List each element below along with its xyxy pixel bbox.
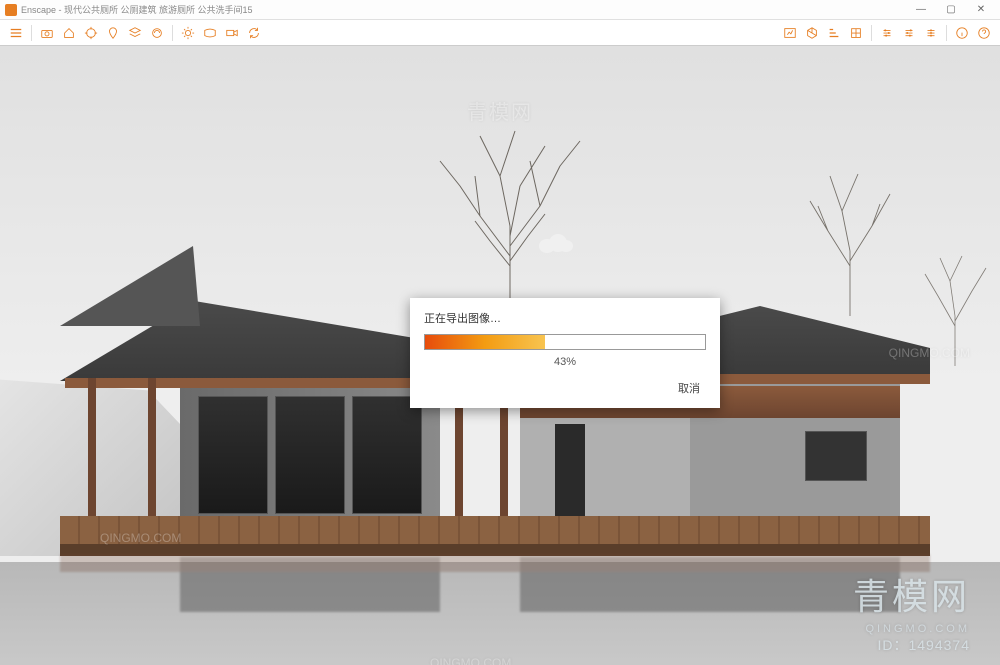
roof-left-side [60,246,200,326]
sun-icon[interactable] [178,23,198,43]
cancel-button[interactable]: 取消 [672,378,706,398]
help-icon[interactable] [974,23,994,43]
dialog-actions: 取消 [424,378,706,398]
app-icon [5,4,17,16]
window [352,396,422,514]
post [148,378,156,533]
settings-a-icon[interactable] [877,23,897,43]
settings-b-icon[interactable] [899,23,919,43]
window-title: Enscape - 现代公共厕所 公厕建筑 旅游厕所 公共洗手间15 [21,3,907,16]
crosshair-icon[interactable] [81,23,101,43]
window [275,396,345,514]
export-progress-dialog: 正在导出图像… 43% 取消 [410,298,720,408]
home-icon[interactable] [59,23,79,43]
reflection [60,562,930,665]
info-icon[interactable] [952,23,972,43]
toolbar [0,20,1000,46]
cloud-overlay-icon [535,231,575,255]
post [88,378,96,533]
progress-fill [425,335,545,349]
marker-icon[interactable] [103,23,123,43]
panorama-icon[interactable] [200,23,220,43]
titlebar: Enscape - 现代公共厕所 公厕建筑 旅游厕所 公共洗手间15 — ▢ ✕ [0,0,1000,20]
water [0,562,1000,665]
material-icon[interactable] [147,23,167,43]
align-icon[interactable] [824,23,844,43]
document-title: 现代公共厕所 公厕建筑 旅游厕所 公共洗手间15 [64,5,253,15]
sync-icon[interactable] [244,23,264,43]
window-controls: — ▢ ✕ [907,1,995,19]
screenshot-icon[interactable] [780,23,800,43]
building [60,246,930,576]
maximize-button[interactable]: ▢ [937,1,965,19]
layers-icon[interactable] [125,23,145,43]
door [555,424,585,516]
toolbar-left [6,23,780,43]
cube-icon[interactable] [802,23,822,43]
progress-percent-label: 43% [424,356,706,368]
menu-icon[interactable] [6,23,26,43]
grid-icon[interactable] [846,23,866,43]
wood-deck [60,516,930,544]
close-button[interactable]: ✕ [967,1,995,19]
toolbar-right [780,23,994,43]
dialog-title: 正在导出图像… [424,310,706,326]
settings-c-icon[interactable] [921,23,941,43]
app-name: Enscape [21,5,56,15]
camera-icon[interactable] [37,23,57,43]
minimize-button[interactable]: — [907,1,935,19]
video-icon[interactable] [222,23,242,43]
progress-bar [424,334,706,350]
window-small [805,431,867,481]
window [198,396,268,514]
